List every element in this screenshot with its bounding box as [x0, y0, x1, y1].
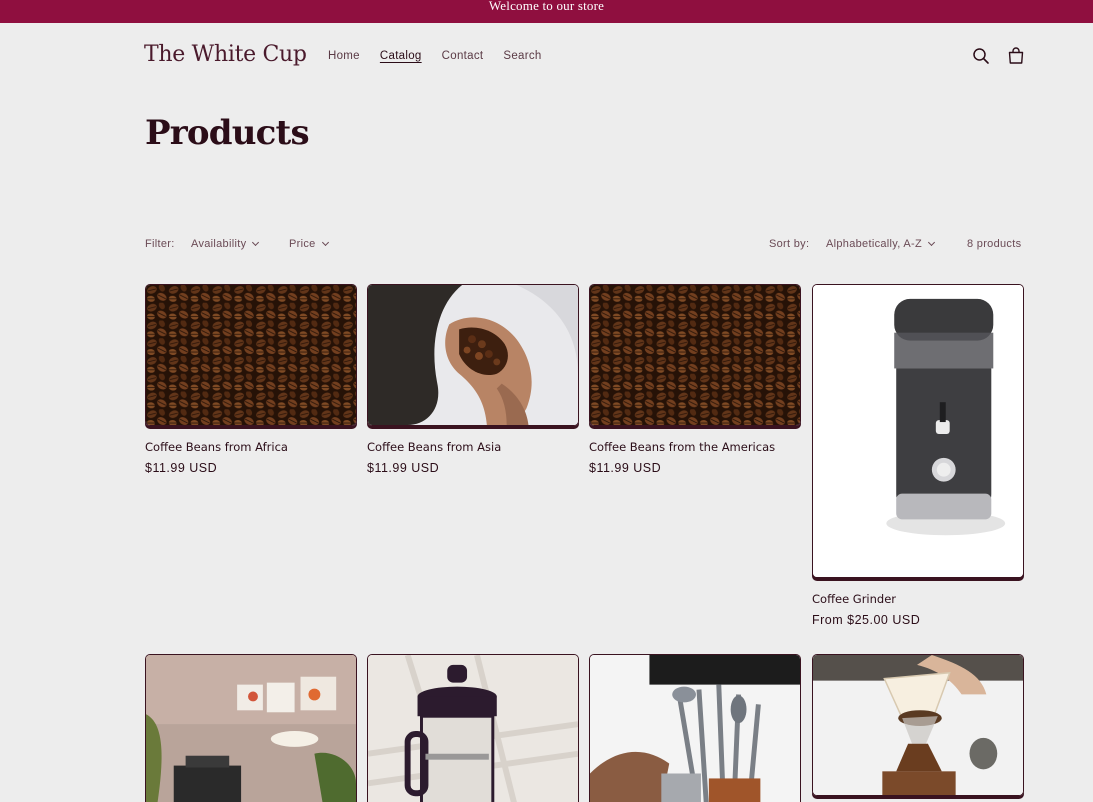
announcement-bar: Welcome to our store — [0, 0, 1093, 23]
product-image-french-press[interactable] — [367, 654, 579, 802]
product-image-coffee-beans[interactable] — [145, 284, 357, 426]
product-image-hand-holding-beans[interactable] — [367, 284, 579, 426]
product-price: $11.99 USD — [589, 461, 662, 475]
nav-home[interactable]: Home — [328, 50, 360, 62]
sort-label: Sort by: — [769, 238, 810, 250]
product-image-coffee-beans[interactable] — [589, 284, 801, 426]
product-title[interactable]: Coffee Beans from Asia — [367, 440, 501, 454]
main-nav: Home Catalog Contact Search — [328, 50, 562, 62]
nav-contact[interactable]: Contact — [442, 50, 484, 62]
chevron-down-icon — [321, 238, 329, 247]
product-count: 8 products — [967, 238, 1022, 250]
search-icon[interactable] — [970, 45, 992, 67]
sort-select[interactable]: Alphabetically, A-Z — [826, 238, 936, 250]
sort-select-value: Alphabetically, A-Z — [826, 238, 922, 250]
product-image-moka-pot-utensils[interactable] — [589, 654, 801, 802]
product-title[interactable]: Coffee Grinder — [812, 592, 896, 606]
product-price: $11.99 USD — [367, 461, 440, 475]
page-title: Products — [145, 113, 310, 153]
product-price: $11.99 USD — [145, 461, 218, 475]
availability-filter-label: Availability — [191, 238, 247, 250]
nav-catalog[interactable]: Catalog — [380, 50, 422, 62]
price-filter-label: Price — [289, 238, 316, 250]
filter-label: Filter: — [145, 238, 175, 250]
product-title[interactable]: Coffee Beans from Africa — [145, 440, 288, 454]
chevron-down-icon — [927, 238, 936, 247]
price-filter[interactable]: Price — [289, 238, 329, 250]
product-image-espresso-machine-room[interactable] — [145, 654, 357, 802]
availability-filter[interactable]: Availability — [191, 238, 260, 250]
product-price: From $25.00 USD — [812, 613, 921, 627]
facets-bar: Filter: Availability Price Sort by: Alph… — [145, 238, 1025, 256]
cart-icon[interactable] — [1005, 45, 1027, 67]
nav-search[interactable]: Search — [503, 50, 541, 62]
product-title[interactable]: Coffee Beans from the Americas — [589, 440, 775, 454]
chevron-down-icon — [252, 238, 260, 247]
product-image-coffee-grinder[interactable] — [812, 284, 1024, 578]
product-image-pour-over-chemex[interactable] — [812, 654, 1024, 796]
site-header: The White Cup Home Catalog Contact Searc… — [0, 23, 1093, 91]
store-logo[interactable]: The White Cup — [144, 42, 307, 67]
